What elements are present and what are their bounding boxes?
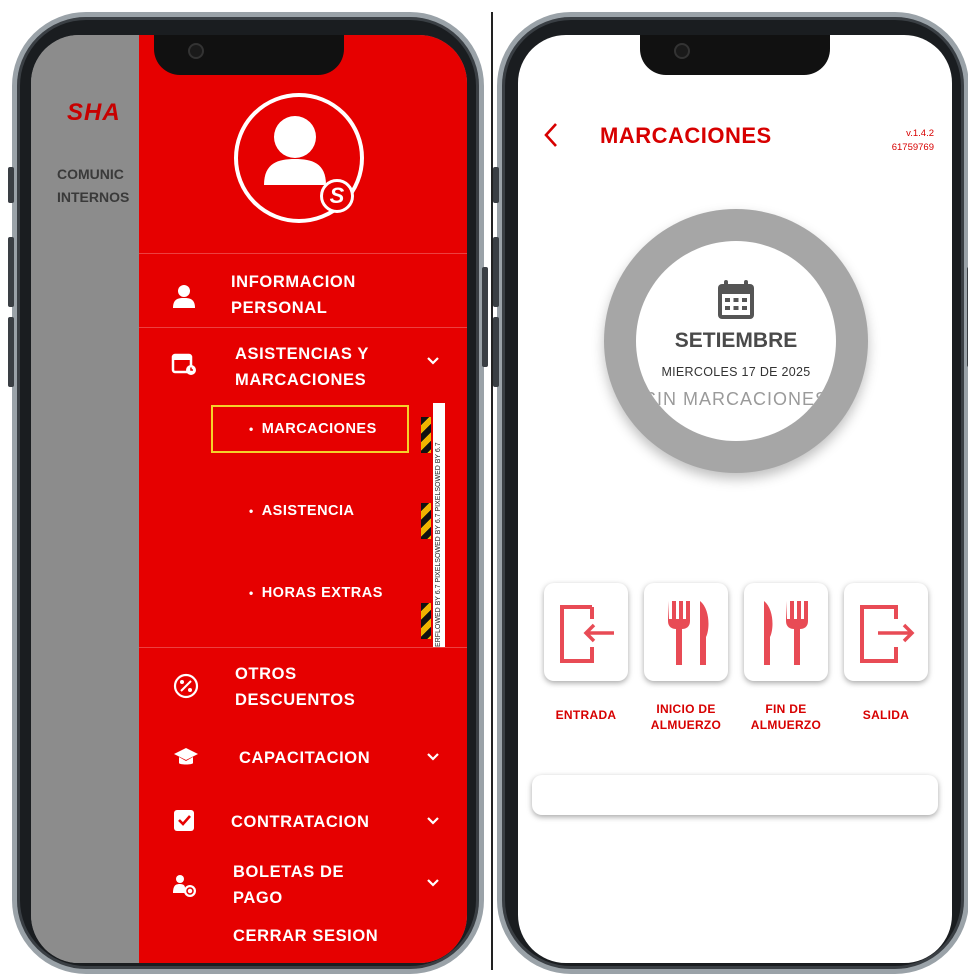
month-label: SETIEMBRE bbox=[674, 329, 798, 352]
divider bbox=[139, 253, 467, 254]
clipboard-check-icon bbox=[174, 810, 194, 831]
chevron-down-icon[interactable] bbox=[427, 817, 439, 825]
front-camera bbox=[674, 43, 690, 59]
date-ring: SETIEMBRE MIERCOLES 17 DE 2025 SIN MARCA… bbox=[604, 209, 868, 473]
brand-badge: S bbox=[320, 179, 354, 213]
hazard-stripe bbox=[421, 417, 431, 453]
submenu-item-horas-extras[interactable]: HORAS EXTRAS bbox=[249, 585, 383, 601]
chevron-down-icon[interactable] bbox=[427, 879, 439, 887]
divider bbox=[139, 327, 467, 328]
fork-knife-icon bbox=[668, 601, 709, 665]
hazard-stripe bbox=[421, 503, 431, 539]
salida-button[interactable] bbox=[844, 583, 928, 681]
version-number: v.1.4.2 bbox=[906, 128, 934, 139]
employee-id: 61759769 bbox=[891, 142, 934, 153]
menu-label: OTROS DESCUENTOS bbox=[235, 665, 356, 709]
menu-label: INFORMACION PERSONAL bbox=[231, 273, 356, 317]
navigation-drawer: S INFORMACION PERSONAL ASISTENCIAS Y MAR… bbox=[139, 35, 467, 963]
background-app[interactable]: SHA COMUNIC INTERNOS bbox=[31, 35, 151, 963]
submenu-item-marcaciones[interactable]: MARCACIONES bbox=[249, 421, 377, 437]
screen-left: SHA COMUNIC INTERNOS S INFORMACION PERSO… bbox=[31, 35, 467, 963]
screenshot-divider bbox=[491, 12, 493, 970]
menu-item-capacitacion[interactable]: CAPACITACION bbox=[139, 737, 467, 777]
brand-logo: SHA bbox=[67, 99, 121, 126]
menu-label: CAPACITACION bbox=[239, 749, 371, 767]
fin-almuerzo-label: FIN DE ALMUERZO bbox=[750, 702, 822, 732]
inicio-almuerzo-label: INICIO DE ALMUERZO bbox=[650, 702, 722, 732]
salida-label: SALIDA bbox=[862, 708, 910, 722]
inicio-almuerzo-button[interactable] bbox=[644, 583, 728, 681]
percent-icon bbox=[173, 673, 199, 699]
submenu-item-asistencia[interactable]: ASISTENCIA bbox=[249, 503, 355, 519]
knife-fork-icon bbox=[764, 601, 808, 665]
fin-almuerzo-button[interactable] bbox=[744, 583, 828, 681]
menu-item-boletas-pago[interactable]: BOLETAS DE PAGO bbox=[139, 855, 467, 915]
menu-item-otros-descuentos[interactable]: OTROS DESCUENTOS bbox=[139, 657, 467, 717]
chevron-down-icon[interactable] bbox=[427, 753, 439, 761]
person-icon bbox=[173, 285, 195, 308]
screen-right: MARCACIONES v.1.4.2 61759769 SETIEMBRE M… bbox=[518, 35, 952, 963]
menu-label: CONTRATACION bbox=[231, 813, 370, 831]
date-label: MIERCOLES 17 DE 2025 bbox=[661, 365, 811, 379]
calendar-icon bbox=[718, 280, 754, 319]
version-info: v.1.4.2 61759769 bbox=[892, 127, 934, 155]
chevron-down-icon[interactable] bbox=[427, 357, 439, 365]
divider bbox=[139, 647, 467, 648]
hazard-stripe bbox=[421, 603, 431, 639]
menu-item-asistencias-marcaciones[interactable]: ASISTENCIAS Y MARCACIONES bbox=[139, 335, 467, 397]
person-coin-icon bbox=[173, 875, 196, 897]
entrada-label: ENTRADA bbox=[555, 708, 617, 722]
menu-label: ASISTENCIAS Y MARCACIONES bbox=[235, 345, 370, 389]
overflow-warning-strip: ERFLOWED BY 6.7 PIXELSOWED BY 6.7 PIXELS… bbox=[433, 403, 445, 647]
phone-frame-right: MARCACIONES v.1.4.2 61759769 SETIEMBRE M… bbox=[493, 12, 968, 974]
date-card: SETIEMBRE MIERCOLES 17 DE 2025 SIN MARCA… bbox=[636, 241, 836, 441]
logout-button[interactable]: CERRAR SESION bbox=[233, 923, 378, 949]
notch bbox=[640, 35, 830, 75]
entrada-button[interactable] bbox=[544, 583, 628, 681]
graduation-cap-icon bbox=[174, 748, 198, 765]
login-arrow-icon bbox=[560, 605, 614, 663]
menu-item-informacion-personal[interactable]: INFORMACION PERSONAL bbox=[139, 265, 467, 325]
menu-label: BOLETAS DE PAGO bbox=[233, 863, 345, 907]
front-camera bbox=[188, 43, 204, 59]
back-arrow-icon[interactable] bbox=[540, 121, 564, 149]
phone-frame-left: SHA COMUNIC INTERNOS S INFORMACION PERSO… bbox=[8, 12, 488, 974]
status-label: SIN MARCACIONES bbox=[643, 389, 829, 409]
avatar[interactable]: S bbox=[234, 93, 364, 223]
menu-item-contratacion[interactable]: CONTRATACION bbox=[139, 801, 467, 841]
calendar-clock-icon bbox=[171, 353, 196, 375]
records-card bbox=[532, 775, 938, 815]
logout-arrow-icon bbox=[860, 605, 915, 663]
notch bbox=[154, 35, 344, 75]
page-title: MARCACIONES bbox=[600, 123, 772, 148]
